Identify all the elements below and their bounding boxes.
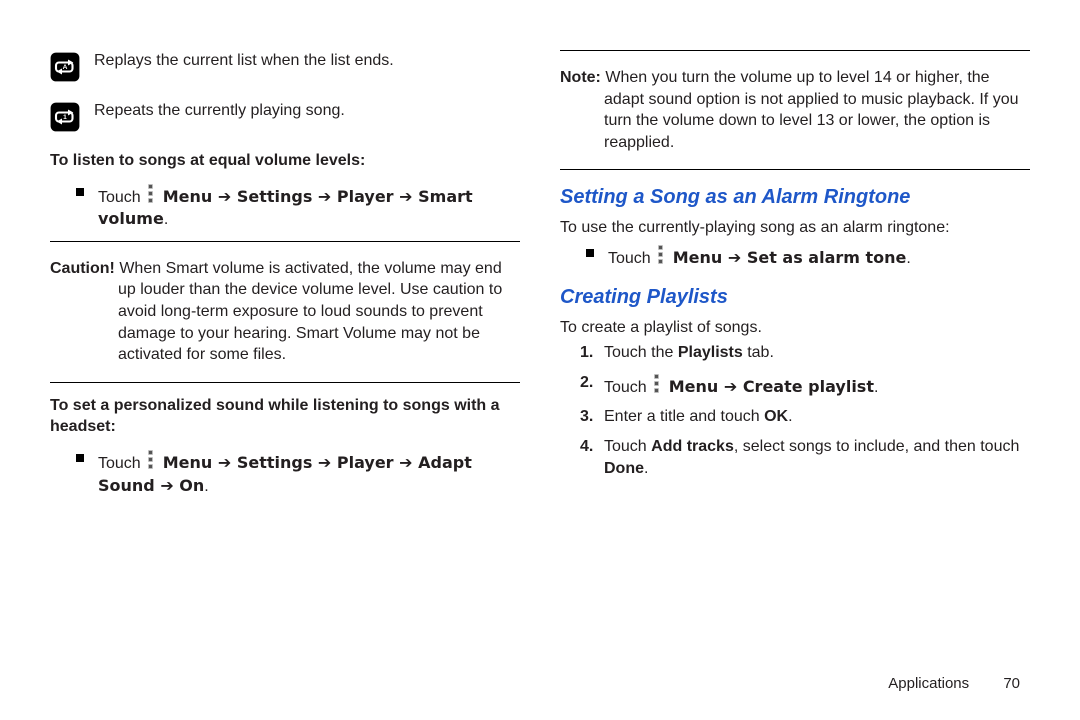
- caution-block: Caution! When Smart volume is activated,…: [50, 258, 520, 366]
- svg-text:A: A: [63, 64, 68, 71]
- step2-b: Menu ➔ Create playlist: [663, 377, 874, 396]
- repeat-one-text: Repeats the currently playing song.: [94, 100, 345, 122]
- smart-volume-step: Touch Menu ➔ Settings ➔ Player ➔ Smart v…: [76, 182, 520, 231]
- divider: [50, 382, 520, 383]
- step4-b: Add tracks: [651, 438, 734, 455]
- step4-d: Done: [604, 460, 644, 477]
- alarm-step-text: Touch Menu ➔ Set as alarm tone.: [608, 243, 911, 270]
- note-body: When you turn the volume up to level 14 …: [601, 69, 1019, 151]
- playlist-steps: 1. Touch the Playlists tab. 2. Touch Men…: [580, 342, 1030, 479]
- svg-text:1: 1: [63, 114, 67, 121]
- alarm-intro: To use the currently-playing song as an …: [560, 217, 1030, 239]
- repeat-all-icon: A: [50, 52, 80, 82]
- right-column: Note: When you turn the volume up to lev…: [560, 50, 1030, 700]
- step-3: 3. Enter a title and touch OK.: [580, 406, 1030, 428]
- step3-b: OK: [764, 408, 788, 425]
- step2-a: Touch: [604, 379, 651, 396]
- caution-body: When Smart volume is activated, the volu…: [115, 260, 502, 363]
- note-label: Note:: [560, 69, 601, 86]
- menu-overflow-icon: [651, 372, 661, 395]
- step1-c: tab.: [743, 344, 774, 361]
- step1-a: Touch the: [604, 344, 678, 361]
- step3-a: Enter a title and touch: [604, 408, 764, 425]
- divider: [560, 169, 1030, 170]
- step4-a: Touch: [604, 438, 651, 455]
- equal-volume-heading: To listen to songs at equal volume level…: [50, 150, 520, 172]
- footer-page-number: 70: [1003, 675, 1020, 692]
- repeat-all-text: Replays the current list when the list e…: [94, 50, 394, 72]
- touch-label: Touch: [98, 189, 145, 206]
- adapt-sound-text: Touch Menu ➔ Settings ➔ Player ➔ Adapt S…: [98, 448, 520, 497]
- footer-section: Applications: [888, 675, 969, 692]
- step-2: 2. Touch Menu ➔ Create playlist.: [580, 372, 1030, 399]
- step-1: 1. Touch the Playlists tab.: [580, 342, 1030, 364]
- step4-c: , select songs to include, and then touc…: [734, 438, 1020, 455]
- repeat-all-row: A Replays the current list when the list…: [50, 50, 520, 82]
- page-footer: Applications 70: [888, 675, 1020, 692]
- divider: [560, 50, 1030, 51]
- step1-b: Playlists: [678, 344, 743, 361]
- caution-label: Caution!: [50, 260, 115, 277]
- bullet-icon: [76, 188, 84, 196]
- adapt-sound-heading: To set a personalized sound while listen…: [50, 395, 520, 438]
- creating-playlists-title: Creating Playlists: [560, 284, 1030, 311]
- playlist-intro: To create a playlist of songs.: [560, 317, 1030, 339]
- step-4: 4. Touch Add tracks, select songs to inc…: [580, 436, 1030, 479]
- repeat-one-icon: 1: [50, 102, 80, 132]
- repeat-one-row: 1 Repeats the currently playing song.: [50, 100, 520, 132]
- adapt-sound-step: Touch Menu ➔ Settings ➔ Player ➔ Adapt S…: [76, 448, 520, 497]
- touch-label: Touch: [98, 455, 145, 472]
- smart-volume-text: Touch Menu ➔ Settings ➔ Player ➔ Smart v…: [98, 182, 520, 231]
- divider: [50, 241, 520, 242]
- note-block: Note: When you turn the volume up to lev…: [560, 67, 1030, 153]
- menu-overflow-icon: [145, 182, 155, 205]
- menu-path-alarm: Menu ➔ Set as alarm tone: [667, 248, 906, 267]
- alarm-ringtone-title: Setting a Song as an Alarm Ringtone: [560, 184, 1030, 211]
- menu-overflow-icon: [655, 243, 665, 266]
- bullet-icon: [586, 249, 594, 257]
- left-column: A Replays the current list when the list…: [50, 50, 520, 700]
- bullet-icon: [76, 454, 84, 462]
- alarm-step: Touch Menu ➔ Set as alarm tone.: [586, 243, 1030, 270]
- manual-page: A Replays the current list when the list…: [0, 0, 1080, 720]
- touch-label: Touch: [608, 250, 655, 267]
- menu-overflow-icon: [145, 448, 155, 471]
